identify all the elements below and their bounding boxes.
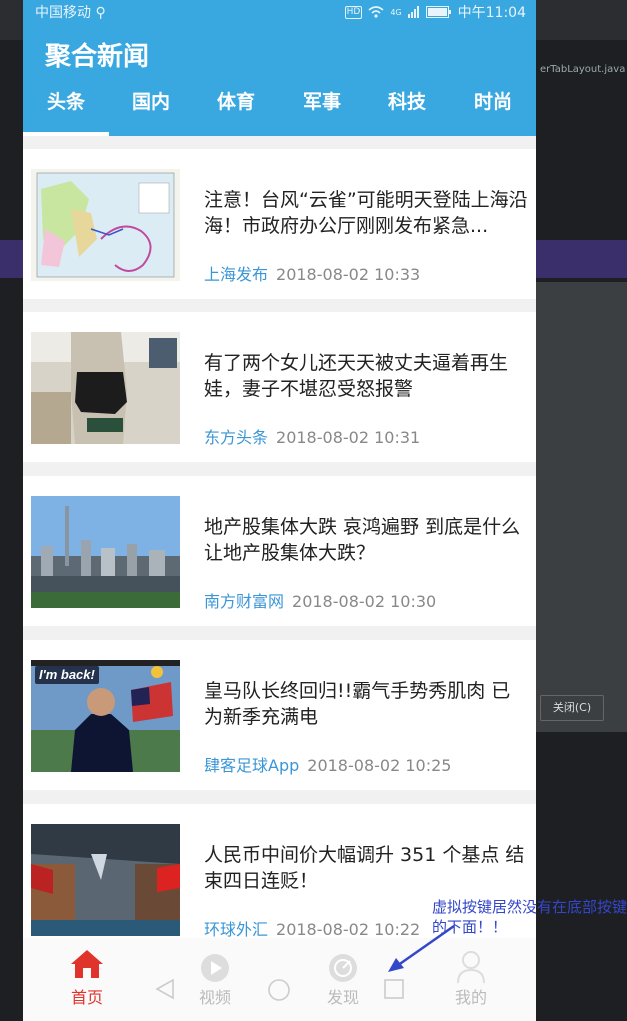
list-item[interactable]: 有了两个女儿还天天被丈夫逼着再生娃，妻子不堪忍受怒报警 东方头条 2018-08-…: [23, 312, 536, 462]
news-title: 皇马队长终回归!!霸气手势秀肌肉 已为新季充满电: [204, 680, 511, 728]
news-source: 环球外汇: [204, 920, 269, 939]
news-title: 人民币中间价大幅调升 351 个基点 结束四日连贬！: [204, 844, 525, 892]
tab-tech[interactable]: 科技: [364, 84, 450, 132]
tab-military[interactable]: 军事: [279, 84, 365, 132]
battery-icon: [425, 6, 451, 18]
status-bar: 中国移动 ⚲ HD 4G 中午11:04: [23, 0, 536, 22]
news-title: 有了两个女儿还天天被丈夫逼着再生娃，妻子不堪忍受怒报警: [204, 352, 509, 400]
nav-discover[interactable]: 发现: [293, 938, 393, 1021]
nav-home[interactable]: 首页: [37, 938, 137, 1021]
home-button-icon[interactable]: [267, 978, 291, 1002]
news-thumbnail: I'm back!: [31, 660, 180, 772]
clock: 中午11:04: [457, 5, 526, 21]
news-thumbnail: [31, 496, 180, 608]
network-type: 4G: [390, 7, 402, 17]
tab-domestic[interactable]: 国内: [108, 84, 194, 132]
home-icon: [71, 950, 103, 978]
discover-icon: [329, 954, 357, 982]
carrier-label: 中国移动 ⚲: [35, 5, 106, 21]
tab-bar: 头条 国内 体育 军事 科技 时尚: [23, 84, 536, 136]
list-item[interactable]: 注意！台风“云雀”可能明天登陆上海沿海！市政府办公厅刚刚发布紧急... 上海发布…: [23, 149, 536, 299]
tab-headlines[interactable]: 头条: [23, 84, 109, 132]
news-thumbnail: [31, 332, 180, 444]
news-source: 上海发布: [204, 265, 269, 284]
nav-discover-label: 发现: [326, 988, 359, 1007]
news-time: 2018-08-02 10:25: [307, 756, 452, 775]
news-source: 南方财富网: [204, 592, 285, 611]
tab-indicator: [23, 132, 109, 136]
nav-video-label: 视频: [198, 988, 231, 1007]
ide-dialog-panel: [535, 282, 627, 732]
hd-badge: HD: [344, 5, 363, 19]
news-source: 肆客足球App: [204, 756, 300, 775]
news-title: 地产股集体大跌 哀鸿遍野 到底是什么让地产股集体大跌？: [204, 516, 521, 564]
news-source: 东方头条: [204, 428, 269, 447]
app-title: 聚合新闻: [45, 42, 150, 72]
tab-sports[interactable]: 体育: [193, 84, 279, 132]
nav-profile-label: 我的: [454, 988, 487, 1007]
annotation-text: 虚拟按键居然没有在底部按键的下面！！: [432, 898, 627, 936]
news-title: 注意！台风“云雀”可能明天登陆上海沿海！市政府办公厅刚刚发布紧急...: [204, 189, 528, 237]
nav-home-label: 首页: [70, 988, 103, 1007]
thumbnail-caption: I'm back!: [39, 667, 96, 682]
wifi-icon: [368, 6, 384, 18]
ide-tab-label[interactable]: erTabLayout.java: [540, 64, 625, 75]
news-time: 2018-08-02 10:33: [276, 265, 421, 284]
news-time: 2018-08-02 10:30: [292, 592, 437, 611]
list-item[interactable]: 地产股集体大跌 哀鸿遍野 到底是什么让地产股集体大跌？ 南方财富网 2018-08…: [23, 476, 536, 626]
app-bar: 聚合新闻 头条 国内 体育 军事 科技 时尚: [23, 22, 536, 136]
ide-close-button[interactable]: 关闭(C): [540, 695, 604, 721]
recents-icon[interactable]: [383, 978, 405, 1000]
list-item[interactable]: I'm back! 皇马队长终回归!!霸气手势秀肌肉 已为新季充满电 肆客足球A…: [23, 640, 536, 790]
back-icon[interactable]: [155, 978, 175, 1000]
video-icon: [201, 954, 229, 982]
news-time: 2018-08-02 10:31: [276, 428, 421, 447]
news-thumbnail: [31, 824, 180, 936]
news-thumbnail: [31, 169, 180, 281]
tab-fashion[interactable]: 时尚: [450, 84, 536, 132]
signal-icon: [407, 6, 419, 18]
phone-screen: 中国移动 ⚲ HD 4G 中午11:04 聚合新闻 头条 国内 体育 军事 科技…: [23, 0, 536, 1021]
nav-video[interactable]: 视频: [165, 938, 265, 1021]
